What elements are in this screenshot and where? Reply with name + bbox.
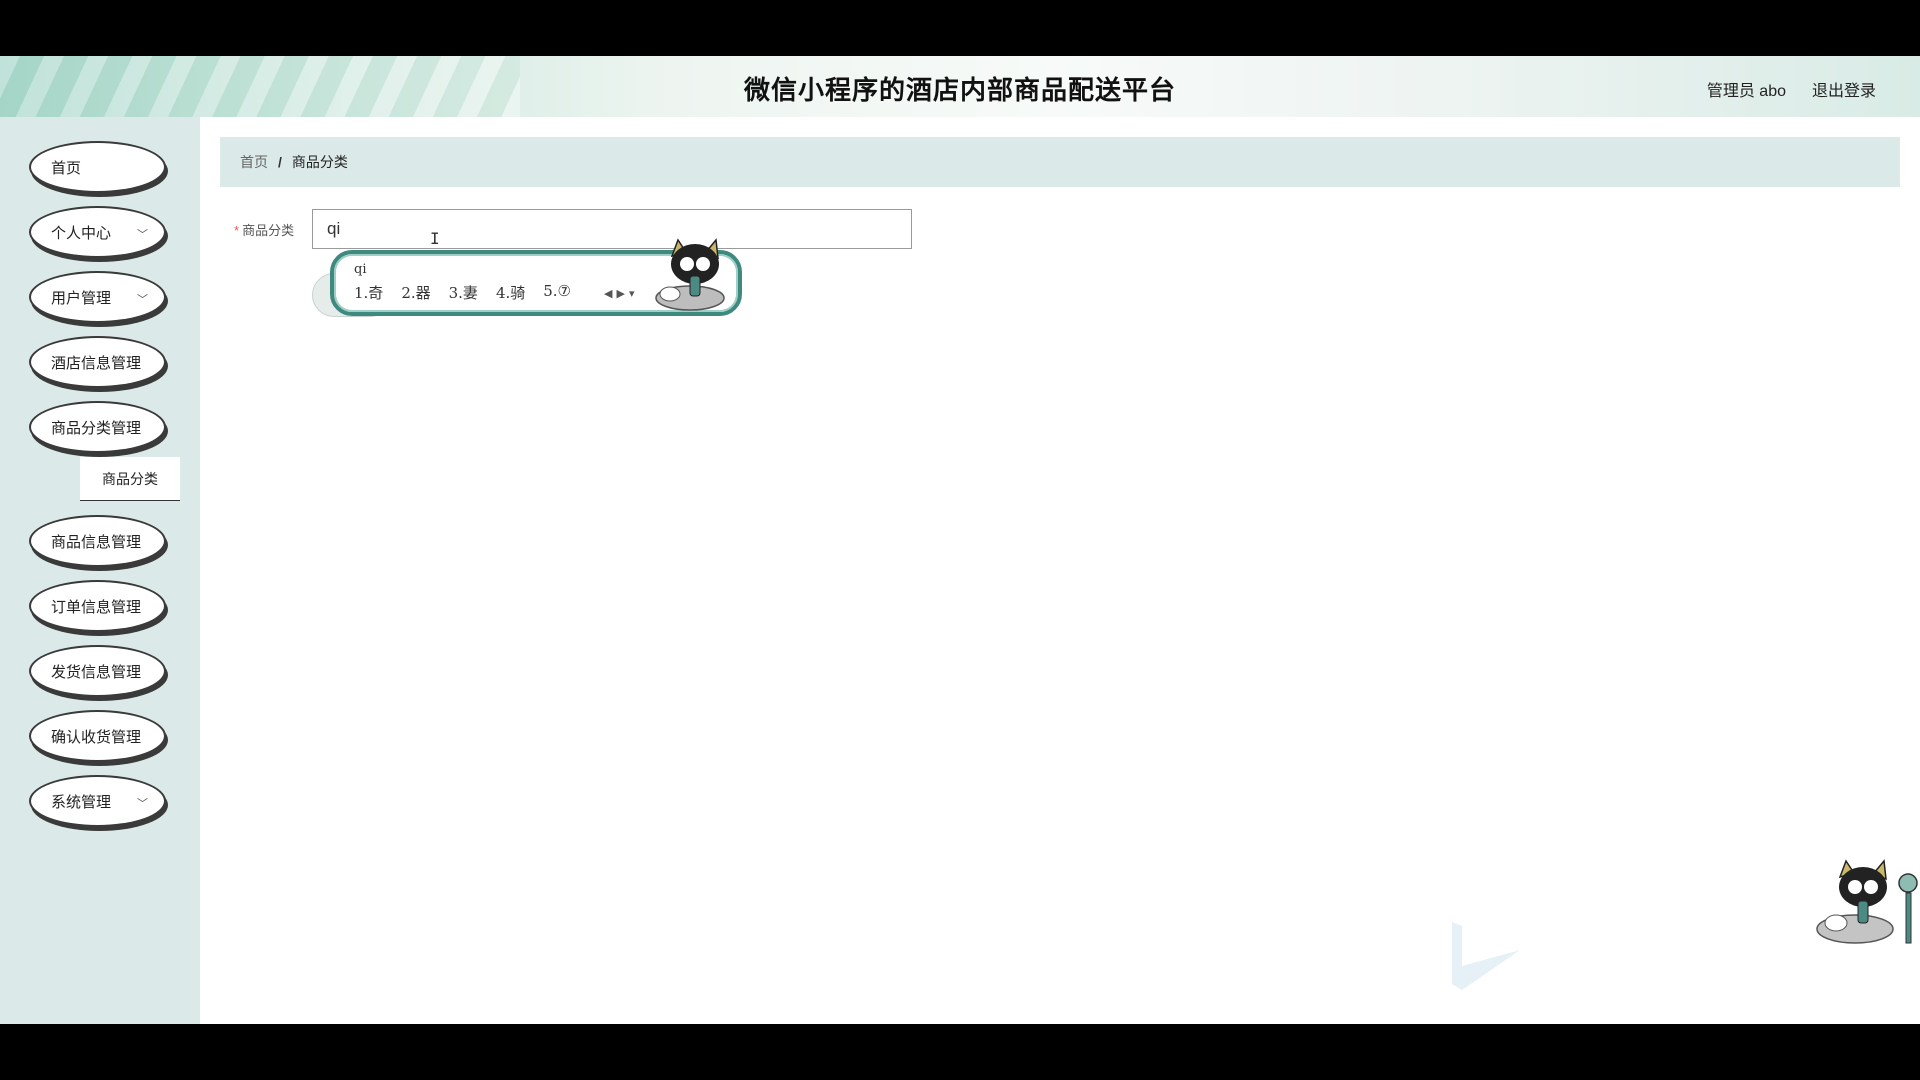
breadcrumb-separator: /: [278, 154, 282, 170]
ime-candidate[interactable]: 4.骑: [496, 282, 525, 303]
letterbox-bottom: [0, 1024, 1920, 1080]
category-field-label: * 商品分类: [234, 220, 294, 239]
ime-nav: ◀ ▶ ▾: [604, 287, 634, 300]
prev-page-icon[interactable]: ◀: [604, 287, 612, 300]
breadcrumb: 首页 / 商品分类: [220, 137, 1900, 187]
sidebar-item-label: 首页: [51, 159, 82, 177]
chevron-down-icon: ﹀: [137, 294, 148, 306]
next-page-icon[interactable]: ▶: [616, 287, 624, 300]
site-title: 微信小程序的酒店内部商品配送平台: [743, 75, 1176, 105]
sidebar-item-product-info[interactable]: 商品信息管理: [29, 515, 166, 567]
breadcrumb-current: 商品分类: [291, 154, 348, 170]
ime-candidate-window: qi 1.奇 2.器 3.妻 4.骑 5.⑦ ◀ ▶ ▾: [330, 238, 742, 316]
watermark-logo: [1452, 922, 1520, 990]
chevron-down-icon: ﹀: [137, 229, 148, 241]
header: 微信小程序的酒店内部商品配送平台 管理员 abo 退出登录: [0, 56, 1920, 117]
ime-pinyin: qi: [354, 262, 367, 277]
current-user: 管理员 abo: [1706, 83, 1786, 100]
sidebar-item-personal-center[interactable]: 个人中心 ﹀: [29, 206, 166, 258]
text-cursor-icon: I: [430, 229, 440, 248]
sidebar-item-user-management[interactable]: 用户管理 ﹀: [29, 271, 166, 323]
sidebar-item-label: 酒店信息管理: [51, 354, 142, 372]
mascot-icon: [1816, 859, 1918, 944]
ime-candidate[interactable]: 1.奇: [354, 282, 383, 303]
sidebar-item-shipping-info[interactable]: 发货信息管理: [29, 645, 166, 697]
sidebar-item-label: 订单信息管理: [51, 598, 142, 616]
sidebar-item-system-management[interactable]: 系统管理 ﹀: [29, 775, 166, 827]
ime-candidate[interactable]: 3.妻: [449, 282, 478, 303]
ime-mascot-icon: [655, 238, 725, 311]
category-label-text: 商品分类: [242, 223, 295, 238]
expand-icon[interactable]: ▾: [629, 287, 635, 300]
sidebar-item-label: 确认收货管理: [51, 728, 142, 746]
sidebar-item-label: 系统管理: [51, 793, 112, 811]
sidebar-item-home[interactable]: 首页: [29, 141, 166, 193]
sidebar-item-label: 商品分类管理: [51, 419, 142, 437]
breadcrumb-home[interactable]: 首页: [240, 152, 268, 172]
sidebar-item-label: 商品信息管理: [51, 533, 142, 551]
ime-candidate[interactable]: 5.⑦: [543, 282, 571, 303]
letterbox-top: [0, 0, 1920, 56]
sidebar-item-order-info[interactable]: 订单信息管理: [29, 580, 166, 632]
required-mark: *: [234, 223, 240, 238]
app-window: 微信小程序的酒店内部商品配送平台 管理员 abo 退出登录 首页 个人中心 ﹀ …: [0, 56, 1920, 1024]
sidebar-item-hotel-info[interactable]: 酒店信息管理: [29, 336, 166, 388]
sidebar-item-label: 发货信息管理: [51, 663, 142, 681]
submenu-item-category[interactable]: 商品分类: [80, 457, 180, 501]
chevron-down-icon: ﹀: [137, 798, 148, 810]
sidebar-item-label: 用户管理: [51, 289, 112, 307]
category-input[interactable]: [312, 209, 912, 249]
sidebar-item-receipt-confirm[interactable]: 确认收货管理: [29, 710, 166, 762]
sidebar-item-label: 个人中心: [51, 224, 112, 242]
ime-candidate-list: 1.奇 2.器 3.妻 4.骑 5.⑦: [354, 282, 571, 303]
sidebar-item-category-management[interactable]: 商品分类管理: [29, 401, 166, 453]
sidebar: 首页 个人中心 ﹀ 用户管理 ﹀ 酒店信息管理 商品分类管理 商品分类 商品信息…: [0, 117, 200, 1024]
logout-link[interactable]: 退出登录: [1812, 77, 1876, 101]
ime-candidate[interactable]: 2.器: [401, 282, 430, 303]
